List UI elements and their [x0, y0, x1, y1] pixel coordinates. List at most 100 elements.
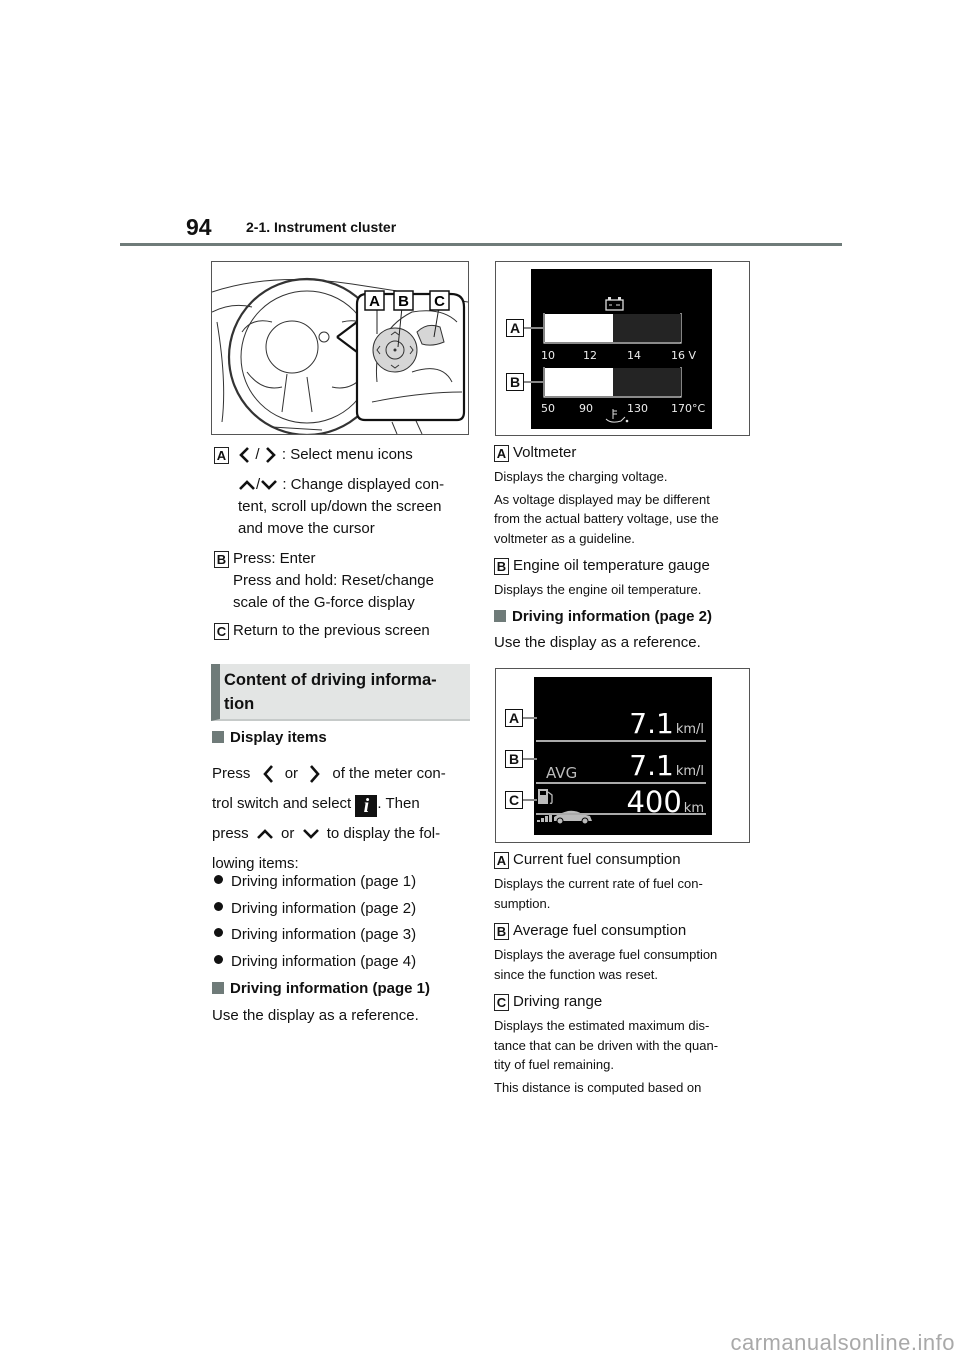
label-b: B — [398, 293, 409, 310]
chevron-down-icon — [302, 829, 319, 839]
switch-item-c: C Return to the previous screen — [214, 620, 474, 642]
list-item-text: Driving information (page 3) — [231, 926, 417, 943]
voltage-tick: 14 — [627, 349, 641, 362]
avg-consumption-desc: Displays the average fuel consumption — [494, 947, 718, 962]
watermark[interactable]: carmanualsonline.info — [730, 1330, 955, 1356]
temp-tick: 90 — [579, 402, 593, 415]
section-title: 2-1. Instrument cluster — [246, 219, 397, 235]
current-consumption-desc: Displays the current rate of fuel con- — [494, 876, 703, 891]
avg-value: 7.1 — [629, 749, 674, 782]
oil-temp-desc: Displays the engine oil temperature. — [494, 582, 702, 597]
oil-temperature-icon — [605, 409, 629, 423]
voltage-bar-fill — [545, 314, 613, 342]
switch-item-a2: / : Change displayed con- tent, scroll u… — [238, 474, 478, 540]
label-b-box: B — [506, 373, 524, 391]
list-item: Driving information (page 2) — [212, 896, 416, 923]
leader-line — [523, 758, 537, 760]
label-c-box: C — [494, 993, 509, 1011]
list-item-text: Driving information (page 4) — [231, 952, 417, 970]
current-consumption-row: 7.1 km/l — [534, 707, 704, 740]
page1-item-b: B Engine oil temperature gauge Displays t… — [494, 555, 756, 600]
page2-section-title: Driving information (page 2) — [494, 606, 712, 628]
temp-tick: 170°C — [671, 402, 705, 415]
text: trol switch and select — [212, 795, 352, 812]
chevron-right-icon — [310, 765, 320, 783]
change-content-line3: and move the cursor — [238, 520, 375, 537]
current-consumption-title: Current fuel consumption — [513, 851, 681, 868]
temp-tick: 130 — [627, 402, 648, 415]
page2-item-c: C Driving range Displays the estimated ma… — [494, 991, 756, 1097]
label-b-box: B — [494, 557, 509, 575]
voltmeter-desc: Displays the charging voltage. — [494, 469, 668, 484]
avg-consumption-row: 7.1 km/l — [534, 749, 704, 782]
steering-wheel-figure: A B C — [211, 261, 469, 437]
temp-tick: 50 — [541, 402, 555, 415]
chevron-left-icon — [262, 765, 273, 783]
select-menu-icons-text: : Select menu icons — [281, 446, 413, 463]
bullet-icon — [214, 928, 223, 937]
switch-item-a: A / : Select menu icons — [214, 444, 474, 466]
gauge-figure: 10 12 14 16 V 50 90 130 170°C A B — [495, 261, 750, 436]
page2-title-text: Driving information (page 2) — [512, 608, 713, 625]
voltmeter-title: Voltmeter — [513, 444, 577, 461]
chevron-up-icon — [256, 829, 273, 839]
label-b-box: B — [505, 750, 523, 768]
gauge-screen: 10 12 14 16 V 50 90 130 170°C — [531, 269, 712, 429]
info-icon: i — [355, 795, 378, 817]
chevron-right-icon — [265, 447, 276, 463]
page1-section-text: Use the display as a reference. — [212, 1007, 419, 1024]
chevron-down-icon — [261, 480, 278, 490]
square-bullet-icon — [212, 731, 224, 743]
label-a: A — [369, 293, 380, 310]
voltmeter-note: voltmeter as a guideline. — [494, 530, 635, 546]
content-heading: Content of driving informa- tion — [211, 664, 470, 721]
driving-range-desc: tance that can be driven with the quan- — [494, 1037, 719, 1053]
square-bullet-icon — [212, 982, 224, 994]
voltmeter-note: As voltage displayed may be different — [494, 491, 710, 507]
page1-section-title: Driving information (page 1) — [212, 978, 430, 1000]
page1-title-text: Driving information (page 1) — [230, 980, 431, 997]
label-c-box: C — [505, 791, 523, 809]
display-items-paragraph: Press or of the meter con- trol switch a… — [212, 759, 474, 879]
divider — [536, 782, 706, 784]
text: press — [212, 825, 249, 842]
leader-line — [523, 717, 537, 719]
driving-range-title: Driving range — [513, 993, 603, 1010]
leader-line — [524, 327, 544, 329]
battery-icon — [605, 297, 624, 311]
label-b-box: B — [494, 922, 509, 940]
text: to display the fol- — [326, 825, 441, 842]
display-items-list: Driving information (page 1) Driving inf… — [212, 869, 416, 975]
label-c-box: C — [214, 622, 229, 640]
steering-wheel-illustration-icon: A B C — [211, 277, 469, 437]
current-consumption-desc: sumption. — [494, 895, 551, 911]
page1-item-a: A Voltmeter Displays the charging voltage… — [494, 442, 756, 548]
label-a-box: A — [505, 709, 523, 727]
separator: / — [255, 446, 260, 463]
fuel-figure: 7.1 km/l AVG 7.1 km/l 400 km A B C — [495, 668, 750, 843]
label-a-box: A — [494, 851, 509, 869]
heading-line1: Content of driving informa- — [224, 671, 437, 689]
callout-labels: A B C — [364, 290, 450, 311]
display-items-title-text: Display items — [230, 729, 327, 746]
bullet-icon — [214, 901, 223, 911]
change-content-line2: tent, scroll up/down the screen — [238, 498, 442, 515]
switch-item-b: B Press: Enter Press and hold: Reset/chan… — [214, 548, 474, 614]
text: . Then — [377, 795, 420, 812]
bullet-icon — [214, 954, 223, 964]
label-b-box: B — [214, 550, 229, 568]
square-bullet-icon — [494, 610, 506, 622]
current-unit: km/l — [675, 722, 704, 737]
list-item-text: Driving information (page 2) — [231, 899, 417, 917]
bullet-icon — [214, 875, 223, 884]
chevron-up-icon — [239, 480, 255, 490]
page2-item-b: B Average fuel consumption Displays the a… — [494, 920, 756, 984]
heading-line2: tion — [224, 695, 255, 713]
temperature-bar-fill — [545, 368, 613, 396]
avg-unit: km/l — [675, 764, 704, 779]
fuel-screen: 7.1 km/l AVG 7.1 km/l 400 km — [534, 677, 712, 835]
gauge-display: 10 12 14 16 V 50 90 130 170°C — [541, 297, 705, 423]
oil-temp-title: Engine oil temperature gauge — [513, 557, 710, 574]
avg-consumption-desc: since the function was reset. — [494, 966, 659, 982]
change-content-text: : Change displayed con- — [282, 476, 445, 493]
